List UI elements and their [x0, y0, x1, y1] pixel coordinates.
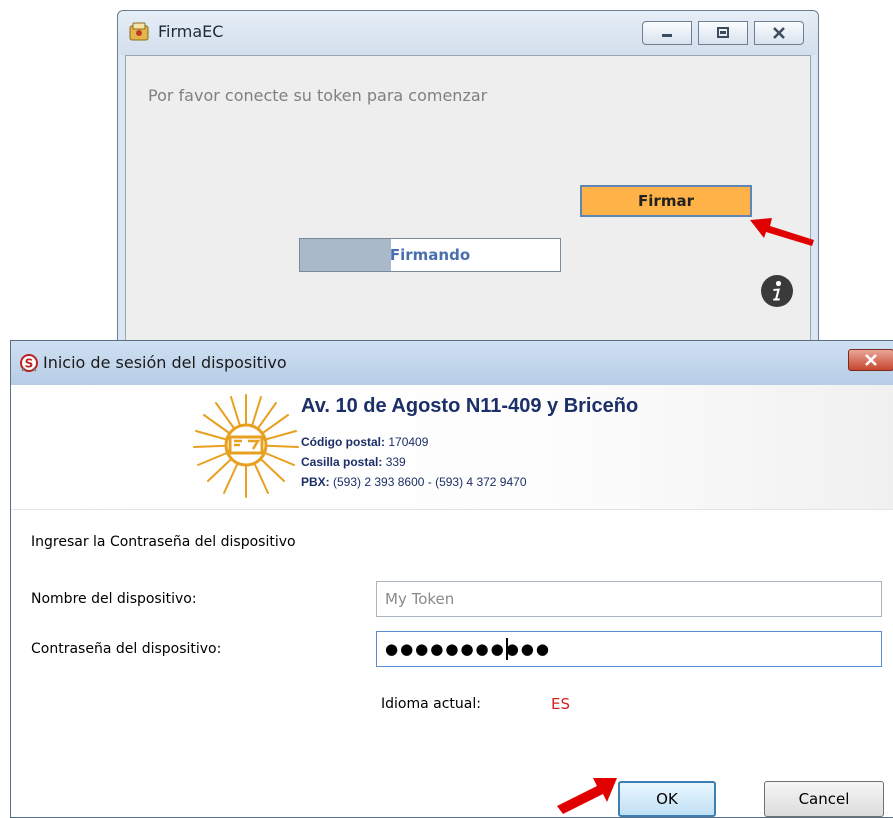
red-arrow-icon: [557, 778, 617, 814]
postal-code-line: Código postal: 170409: [301, 435, 428, 449]
window-title: FirmaEC: [158, 22, 224, 41]
dialog-body: Av. 10 de Agosto N11-409 y Briceño Códig…: [11, 385, 893, 817]
instruction-label: Ingresar la Contraseña del dispositivo: [31, 534, 296, 550]
svg-text:S: S: [25, 357, 34, 371]
dialog-close-button[interactable]: [848, 349, 893, 371]
organization-address: Av. 10 de Agosto N11-409 y Briceño: [301, 395, 639, 417]
po-box-line: Casilla postal: 339: [301, 455, 406, 469]
dialog-title: Inicio de sesión del dispositivo: [43, 353, 287, 372]
language-value: ES: [551, 695, 570, 713]
device-login-dialog: S Inicio de sesión del dispositivo Av. 1…: [10, 340, 893, 818]
sign-button[interactable]: Firmar: [580, 185, 752, 217]
password-label: Contraseña del dispositivo:: [31, 641, 222, 657]
po-box-label: Casilla postal:: [301, 455, 383, 469]
cancel-button[interactable]: Cancel: [764, 781, 884, 817]
dialog-close-icon: [865, 354, 877, 366]
sun-logo: [193, 394, 299, 498]
dialog-titlebar[interactable]: S Inicio de sesión del dispositivo: [11, 341, 893, 385]
minimize-icon: [662, 34, 672, 37]
app-icon: [129, 22, 149, 41]
maximize-button[interactable]: [698, 21, 748, 45]
firmaec-content: Por favor conecte su token para comenzar…: [125, 55, 811, 349]
postal-code-value: 170409: [388, 435, 429, 449]
organization-banner: Av. 10 de Agosto N11-409 y Briceño Códig…: [11, 385, 893, 510]
pbx-line: PBX: (593) 2 393 8600 - (593) 4 372 9470: [301, 475, 527, 489]
signing-progress-bar: Firmando: [299, 238, 561, 272]
minimize-button[interactable]: [642, 21, 692, 45]
close-button[interactable]: [754, 21, 804, 45]
device-name-label: Nombre del dispositivo:: [31, 591, 197, 607]
ok-button[interactable]: OK: [618, 781, 716, 817]
connect-token-message: Por favor conecte su token para comenzar: [148, 86, 488, 105]
red-arrow-icon: [750, 218, 814, 246]
po-box-value: 339: [385, 455, 406, 469]
maximize-icon: [717, 27, 729, 38]
pbx-label: PBX:: [301, 475, 330, 489]
dialog-app-icon: S: [20, 354, 38, 372]
close-icon: [773, 27, 785, 39]
firmaec-window: FirmaEC Por favor conecte su token para …: [117, 10, 819, 350]
text-caret: [506, 638, 508, 660]
firmaec-titlebar[interactable]: FirmaEC: [118, 11, 818, 55]
device-name-field[interactable]: [376, 581, 882, 617]
info-icon[interactable]: [760, 274, 794, 308]
postal-code-label: Código postal:: [301, 435, 385, 449]
language-label: Idioma actual:: [381, 696, 481, 712]
progress-label: Firmando: [389, 246, 471, 264]
password-field[interactable]: [376, 631, 882, 667]
pbx-value: (593) 2 393 8600 - (593) 4 372 9470: [333, 475, 527, 489]
